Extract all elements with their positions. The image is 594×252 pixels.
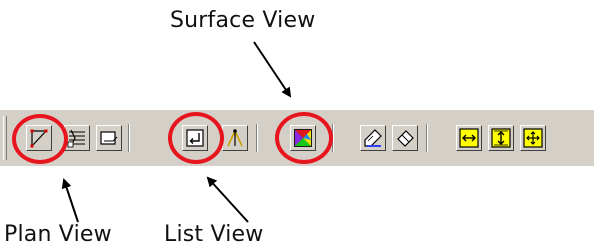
list-view-button[interactable]: [182, 125, 208, 151]
four-way-arrows-icon: [523, 128, 543, 148]
eraser-icon: [397, 130, 414, 147]
toolbar-separator: [332, 124, 334, 152]
surface-color-icon: [294, 129, 312, 147]
toolbar-separator: [426, 124, 428, 152]
erase-button[interactable]: [392, 125, 418, 151]
fit-vertical-button[interactable]: [488, 125, 514, 151]
list-view-arrow: [206, 176, 249, 223]
plan-view-callout: Plan View: [4, 222, 112, 247]
toolbar-separator: [128, 124, 130, 152]
layers-icon: [67, 129, 85, 148]
surface-view-arrow: [253, 41, 292, 98]
annotated-toolbar-figure: Surface View Plan View List View: [0, 0, 594, 252]
surface-view-button[interactable]: [290, 125, 316, 151]
draw-button[interactable]: [360, 125, 386, 151]
list-view-callout: List View: [164, 222, 264, 247]
plan-view-button[interactable]: [26, 125, 52, 151]
toolbar-grip[interactable]: [3, 116, 7, 160]
fit-horizontal-button[interactable]: [456, 125, 482, 151]
vertical-arrows-icon: [491, 128, 511, 148]
frame-icon: [100, 131, 118, 145]
tripod-icon: [227, 129, 243, 147]
fit-all-button[interactable]: [520, 125, 546, 151]
toolbar: [0, 110, 594, 166]
frame-button[interactable]: [96, 125, 122, 151]
tripod-button[interactable]: [222, 125, 248, 151]
polyline-icon: [30, 129, 48, 148]
list-return-icon: [186, 129, 204, 147]
pen-icon: [364, 129, 382, 147]
horizontal-arrows-icon: [459, 128, 479, 148]
surface-view-callout: Surface View: [170, 8, 316, 33]
plan-view-arrow: [61, 178, 79, 223]
toolbar-separator: [256, 124, 258, 152]
layers-button[interactable]: [64, 125, 90, 151]
